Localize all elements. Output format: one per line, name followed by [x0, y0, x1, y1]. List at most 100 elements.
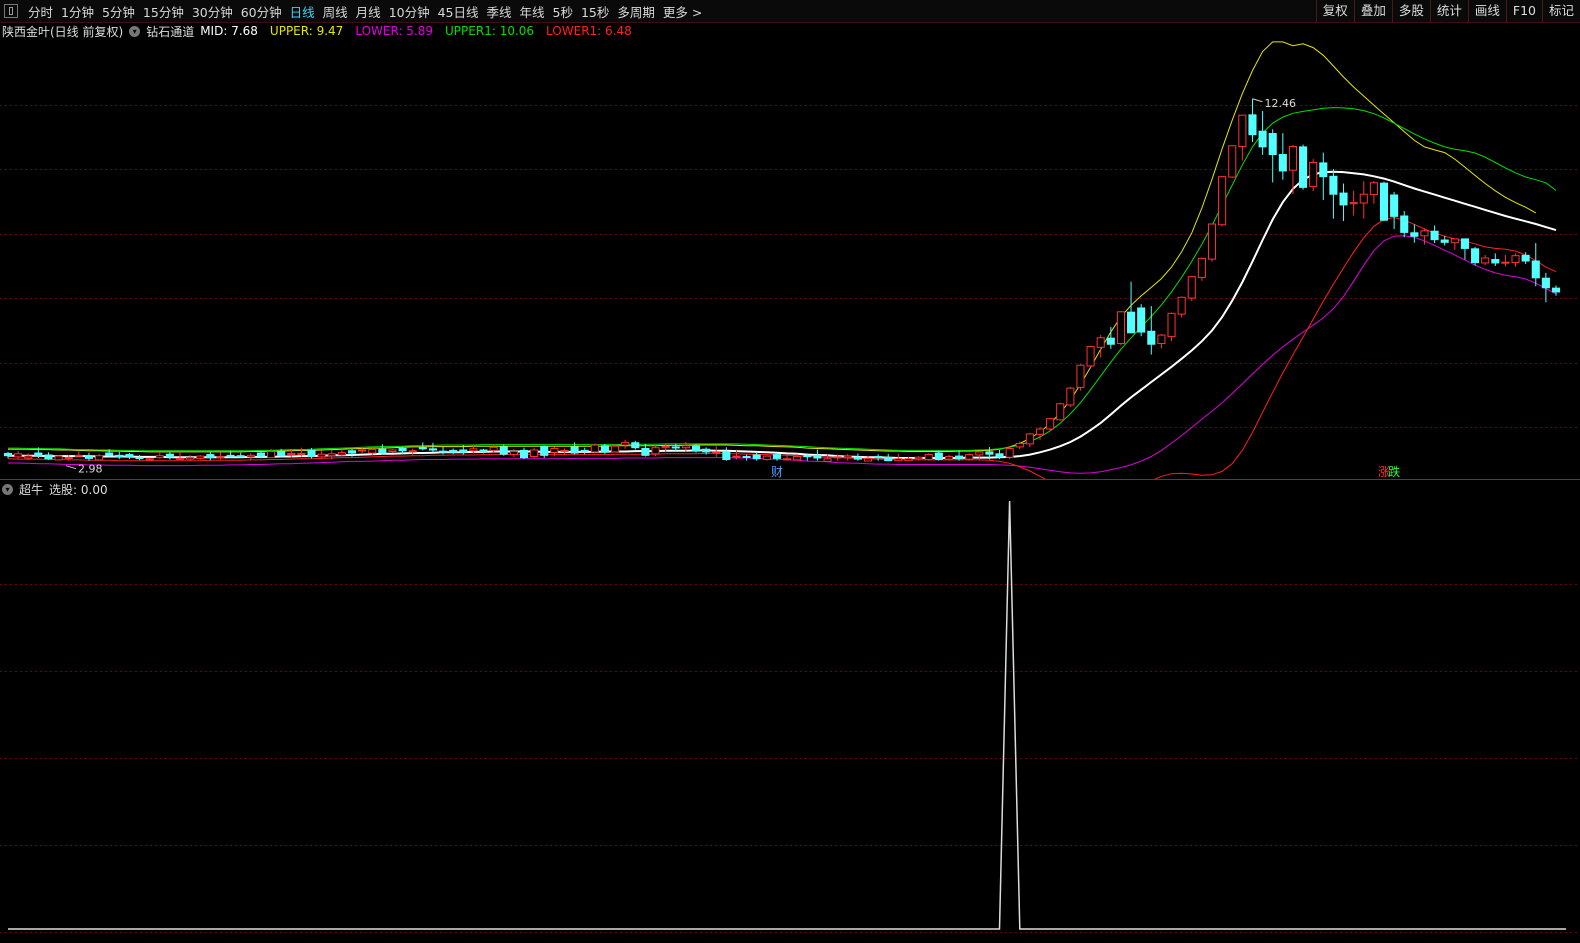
period-tab-13[interactable]: 5秒	[549, 2, 577, 21]
tool-button-5[interactable]: F10	[1505, 0, 1542, 22]
candle-96	[975, 451, 984, 461]
candle-body	[1076, 364, 1085, 388]
series-mid	[8, 170, 1557, 459]
candle-91	[924, 453, 933, 461]
toolbar-toggle-icon[interactable]	[4, 4, 18, 18]
period-tab-2[interactable]: 5分钟	[98, 2, 139, 21]
period-tab-3[interactable]: 15分钟	[139, 2, 188, 21]
tool-button-1[interactable]: 叠加	[1353, 0, 1392, 22]
low-marker-arrow	[65, 465, 77, 470]
candle-body	[530, 449, 539, 457]
candle-149	[1511, 253, 1520, 267]
candle-4	[44, 452, 53, 460]
candle-body	[843, 455, 852, 459]
indicator-name[interactable]: 钻石通道	[146, 23, 194, 40]
candle-body	[793, 455, 802, 461]
series-xuangu	[8, 500, 1567, 930]
candle-body	[1187, 276, 1196, 299]
period-tab-7[interactable]: 周线	[319, 2, 352, 21]
candle-body	[1046, 418, 1055, 430]
candle-body	[894, 458, 903, 462]
candle-body	[34, 452, 43, 457]
candle-body	[570, 446, 579, 454]
event-mark-2[interactable]: 跌	[1388, 464, 1400, 479]
candle-body	[702, 448, 711, 453]
sub-indicator-menu-icon[interactable]: ▾	[2, 483, 13, 495]
period-tab-4[interactable]: 30分钟	[188, 2, 237, 21]
sub-indicator-name[interactable]: 超牛	[19, 481, 43, 498]
candle-body	[398, 447, 407, 452]
candle-body	[1471, 248, 1480, 264]
sub-indicator-chart[interactable]	[0, 497, 1580, 943]
candle-body	[368, 449, 377, 454]
candle-body	[226, 454, 235, 457]
candle-body	[1410, 232, 1419, 237]
period-tab-11[interactable]: 季线	[483, 2, 516, 21]
candle-33	[337, 449, 346, 457]
tool-button-3[interactable]: 统计	[1429, 0, 1468, 22]
candle-20	[206, 451, 215, 461]
period-tab-0[interactable]: 分时	[24, 2, 57, 21]
period-tab-15[interactable]: 多周期	[613, 2, 659, 21]
candle-132	[1339, 183, 1348, 221]
candle-body	[853, 456, 862, 460]
candle-body	[428, 448, 437, 451]
candle-body	[600, 445, 609, 453]
candle-16	[165, 452, 174, 460]
candle-body	[1106, 337, 1115, 345]
candle-body	[1056, 403, 1065, 421]
candle-body	[479, 449, 488, 453]
legend-value: 9.47	[316, 24, 344, 38]
candle-145	[1471, 246, 1480, 266]
tool-button-4[interactable]: 画线	[1467, 0, 1506, 22]
period-tab-16[interactable]: 更多 >	[659, 2, 706, 21]
candle-87	[884, 453, 893, 462]
candle-109	[1106, 327, 1115, 349]
period-tab-10[interactable]: 45日线	[434, 2, 483, 21]
candle-13	[135, 454, 144, 461]
tool-button-6[interactable]: 标记	[1541, 0, 1580, 22]
candle-125	[1268, 129, 1277, 183]
candle-body	[621, 441, 630, 446]
candle-body	[135, 457, 144, 460]
tool-button-0[interactable]: 复权	[1315, 0, 1354, 22]
candle-9	[95, 453, 104, 461]
main-price-chart[interactable]: 12.462.98 财涨跌	[0, 40, 1580, 479]
period-toolbar: 分时 1分钟 5分钟 15分钟 30分钟 60分钟 日线 周线 月线 10分钟 45日线 季线 年线 5秒…	[0, 0, 1580, 23]
candle-136	[1379, 181, 1389, 221]
candle-123	[1248, 98, 1257, 142]
period-tab-5[interactable]: 60分钟	[237, 2, 286, 21]
candle-21	[216, 452, 225, 460]
candle-57	[580, 447, 589, 455]
candle-body	[631, 442, 640, 449]
candle-body	[813, 454, 822, 459]
panel-divider[interactable]	[0, 479, 1580, 480]
candle-body	[671, 446, 680, 449]
tool-buttons: 复权 叠加 多股 统计 画线 F10 标记	[1315, 0, 1580, 22]
candle-body	[256, 452, 265, 457]
indicator-menu-icon[interactable]: ▾	[129, 25, 141, 37]
candle-body	[347, 450, 357, 454]
candle-144	[1460, 238, 1469, 260]
candle-105	[1066, 386, 1075, 408]
period-tab-1[interactable]: 1分钟	[57, 2, 98, 21]
main-indicator-header: 陕西金叶(日线 前复权) ▾ 钻石通道 MID: 7.68 UPPER: 9.47…	[2, 23, 644, 39]
candle-body	[985, 451, 994, 455]
period-tab-14[interactable]: 15秒	[577, 2, 613, 21]
event-mark-0[interactable]: 财	[771, 465, 783, 479]
candle-44	[449, 448, 458, 455]
candle-133	[1349, 190, 1358, 216]
candle-75	[762, 455, 771, 461]
candles	[3, 98, 1561, 462]
period-tab-8[interactable]: 月线	[352, 2, 385, 21]
legend-label: MID:	[200, 24, 232, 38]
period-tab-6[interactable]: 日线	[286, 2, 319, 21]
candle-body	[1207, 223, 1217, 260]
period-tab-9[interactable]: 10分钟	[385, 2, 434, 21]
legend-item-0: 选股: 0.00	[49, 481, 108, 498]
candle-body	[1127, 311, 1136, 334]
tool-button-2[interactable]: 多股	[1391, 0, 1430, 22]
period-tab-12[interactable]: 年线	[516, 2, 549, 21]
candle-121	[1228, 144, 1237, 178]
candle-62	[631, 440, 640, 450]
